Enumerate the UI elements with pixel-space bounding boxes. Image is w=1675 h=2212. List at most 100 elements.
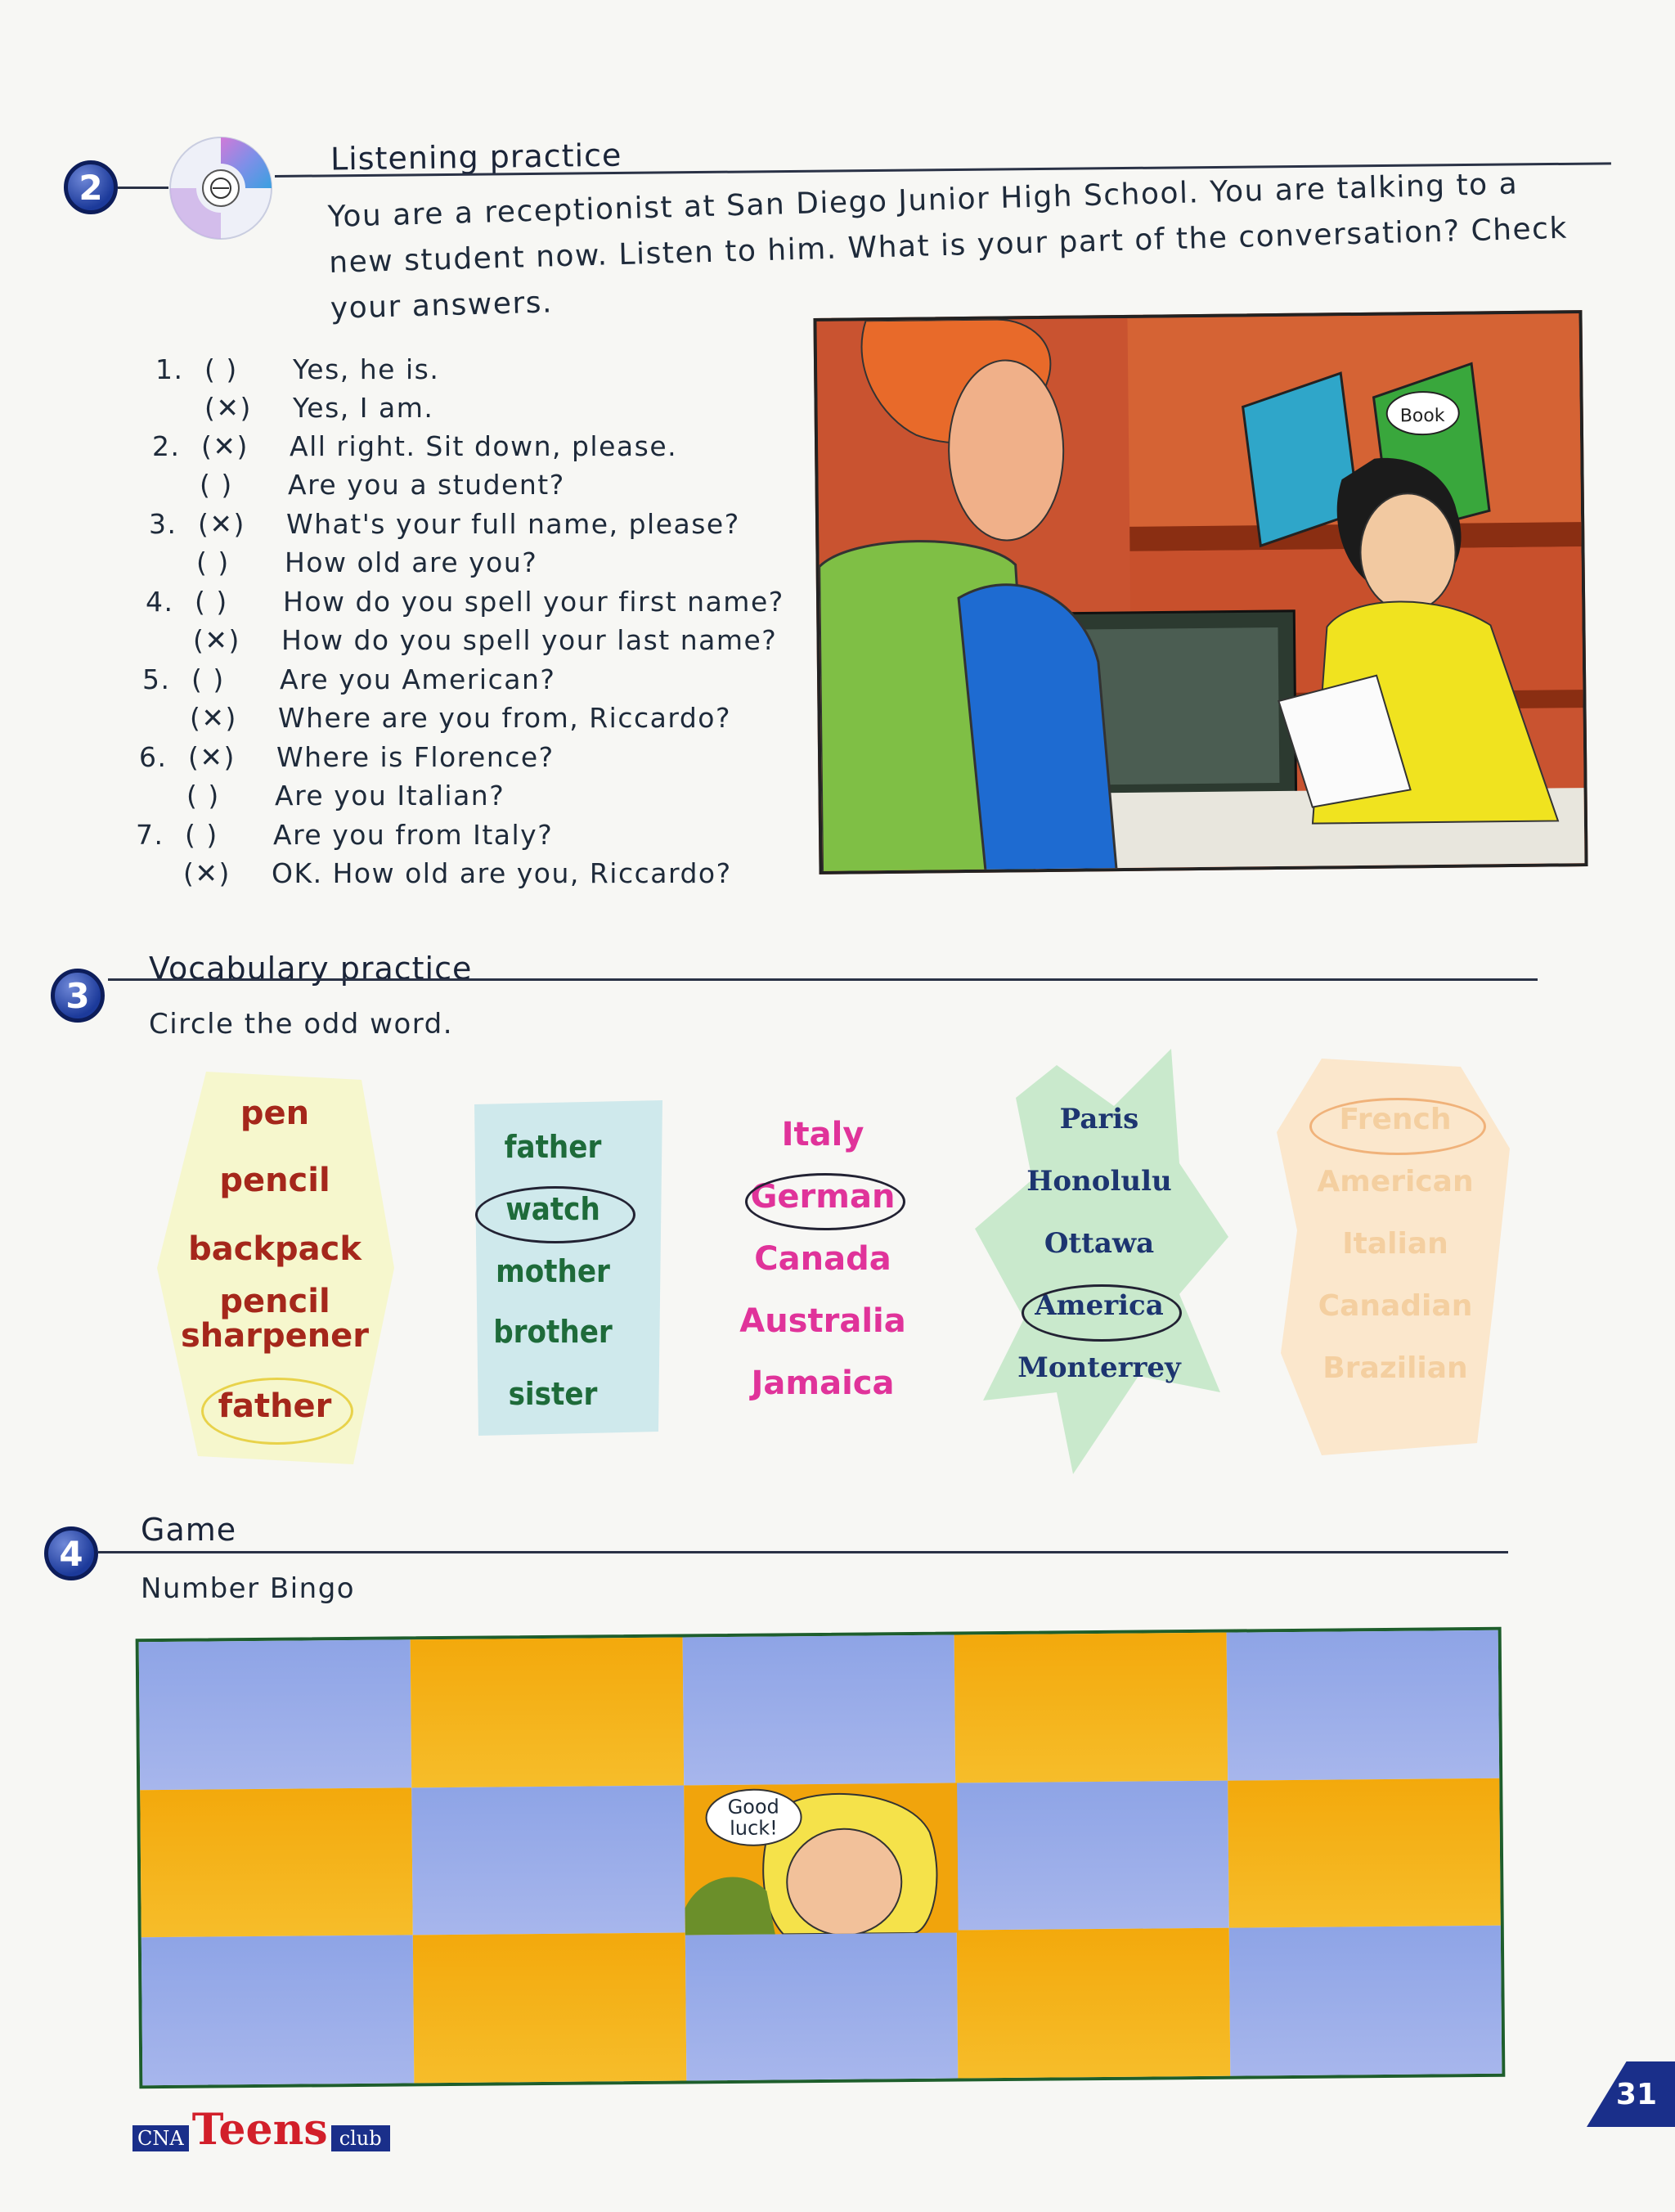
section-number: 2 <box>79 167 103 208</box>
vocabulary-rule <box>108 978 1538 981</box>
answer-text: OK. How old are you, Riccardo? <box>272 857 732 889</box>
bingo-cell[interactable] <box>413 1932 687 2084</box>
vocabulary-title: Vocabulary practice <box>149 951 473 987</box>
item-number: 4. <box>146 586 174 618</box>
answer-text: Yes, I am. <box>293 392 434 424</box>
item-number: 5. <box>142 663 171 695</box>
check-box[interactable]: ( ) <box>200 469 273 501</box>
vocab-word[interactable]: pencil <box>144 1162 406 1199</box>
section-number-badge: 3 <box>51 969 105 1023</box>
answer-text: All right. Sit down, please. <box>290 430 678 462</box>
bingo-cell[interactable] <box>141 1935 415 2086</box>
vocab-word[interactable]: pen <box>144 1095 406 1132</box>
answer-text: Where is Florence? <box>276 741 555 773</box>
vocab-word[interactable]: Honolulu <box>968 1165 1230 1198</box>
answer-text: Are you Italian? <box>275 780 505 812</box>
item-number: 2. <box>152 430 181 462</box>
page-number: 31 <box>1615 2077 1657 2111</box>
check-box[interactable]: (✕) <box>190 702 263 734</box>
vocab-word[interactable]: sister <box>422 1376 684 1412</box>
vocab-word[interactable]: backpack <box>144 1230 406 1268</box>
check-box[interactable]: ( ) <box>195 586 268 618</box>
section-number: 4 <box>59 1533 83 1574</box>
item-number: 3. <box>149 508 177 540</box>
game-title: Game <box>141 1512 237 1548</box>
bingo-cell[interactable] <box>1228 1926 1502 2076</box>
check-box[interactable]: ( ) <box>185 819 258 851</box>
vocab-word[interactable]: Jamaica <box>692 1365 954 1402</box>
item-number: 6. <box>139 741 168 773</box>
check-box[interactable]: ( ) <box>191 663 265 695</box>
bingo-cell[interactable] <box>411 1785 685 1936</box>
check-box[interactable]: (✕) <box>198 508 272 540</box>
page-number-tab: 31 <box>1587 2061 1675 2127</box>
bingo-cell[interactable] <box>140 1787 414 1938</box>
check-box[interactable]: (✕) <box>183 857 257 889</box>
vocab-word[interactable]: Canada <box>692 1240 954 1278</box>
logo-main: Teens <box>191 2105 328 2155</box>
check-box[interactable]: ( ) <box>186 780 260 812</box>
check-box[interactable]: ( ) <box>196 546 270 578</box>
bingo-cell[interactable] <box>954 1632 1228 1783</box>
logo-suffix: club <box>330 2125 390 2151</box>
game-rule <box>98 1551 1508 1553</box>
answer-text: Are you a student? <box>288 469 565 501</box>
vocab-word[interactable]: Australia <box>692 1302 954 1340</box>
item-number: 7. <box>136 819 164 851</box>
vocab-word[interactable]: Paris <box>968 1103 1230 1135</box>
vocab-word[interactable]: Brazilian <box>1264 1351 1526 1385</box>
vocab-word[interactable]: Ottawa <box>968 1227 1230 1260</box>
connector-line <box>118 187 168 189</box>
speech-bubble-text: Good luck! <box>727 1795 779 1840</box>
bingo-cell[interactable] <box>955 1780 1229 1931</box>
bingo-cell-center: Good luck! <box>684 1783 959 1936</box>
bingo-cell[interactable] <box>1227 1778 1501 1928</box>
listening-title: Listening practice <box>330 137 622 178</box>
vocab-word[interactable]: brother <box>422 1314 684 1350</box>
item-number: 1. <box>155 353 184 385</box>
vocab-word[interactable]: Monterrey <box>968 1351 1230 1384</box>
vocab-word[interactable]: Italian <box>1264 1227 1526 1261</box>
listening-instruction: You are a receptionist at San Diego Juni… <box>327 167 1569 326</box>
answer-text: What's your full name, please? <box>286 508 740 540</box>
answer-text: Yes, he is. <box>293 353 440 385</box>
bingo-board: Good luck! <box>135 1626 1506 2089</box>
bingo-cell[interactable] <box>1226 1630 1500 1781</box>
odd-word-circle <box>201 1378 353 1445</box>
answer-text: Are you from Italy? <box>273 819 554 851</box>
vocab-word[interactable]: father <box>422 1129 684 1165</box>
answer-text: Are you American? <box>280 663 556 695</box>
cd-audio-icon <box>167 134 275 242</box>
bingo-cell[interactable] <box>682 1634 956 1786</box>
series-logo: CNA Teens club <box>132 2102 390 2151</box>
section-number: 3 <box>65 975 90 1016</box>
vocab-word[interactable]: American <box>1264 1165 1526 1198</box>
check-box[interactable]: (✕) <box>188 741 262 773</box>
bingo-cell[interactable] <box>685 1930 959 2081</box>
odd-word-circle <box>1309 1098 1486 1155</box>
odd-word-circle <box>745 1173 905 1230</box>
section-number-badge: 2 <box>64 160 118 214</box>
vocab-word[interactable]: mother <box>422 1253 684 1289</box>
book-label: Book <box>1400 406 1445 427</box>
odd-word-circle <box>475 1186 635 1243</box>
game-subtitle: Number Bingo <box>141 1572 356 1605</box>
answer-text: How do you spell your first name? <box>283 586 784 618</box>
bingo-cell[interactable] <box>411 1637 685 1788</box>
vocab-word[interactable]: pencil sharpener <box>144 1284 406 1353</box>
vocab-word[interactable]: Canadian <box>1264 1289 1526 1323</box>
vocab-word[interactable]: Italy <box>692 1116 954 1153</box>
check-box[interactable]: (✕) <box>193 624 267 656</box>
receptionist-illustration: Book <box>813 310 1588 874</box>
check-box[interactable]: (✕) <box>204 392 278 424</box>
bingo-cell[interactable] <box>138 1639 412 1790</box>
vocabulary-instruction: Circle the odd word. <box>149 1008 454 1041</box>
answer-text: Where are you from, Riccardo? <box>278 702 731 734</box>
check-box[interactable]: (✕) <box>201 430 275 462</box>
answer-text: How do you spell your last name? <box>281 624 778 656</box>
section-number-badge: 4 <box>44 1526 98 1580</box>
check-box[interactable]: ( ) <box>204 353 278 385</box>
logo-prefix: CNA <box>132 2125 189 2151</box>
bingo-cell[interactable] <box>956 1927 1230 2079</box>
answer-text: How old are you? <box>285 546 538 578</box>
